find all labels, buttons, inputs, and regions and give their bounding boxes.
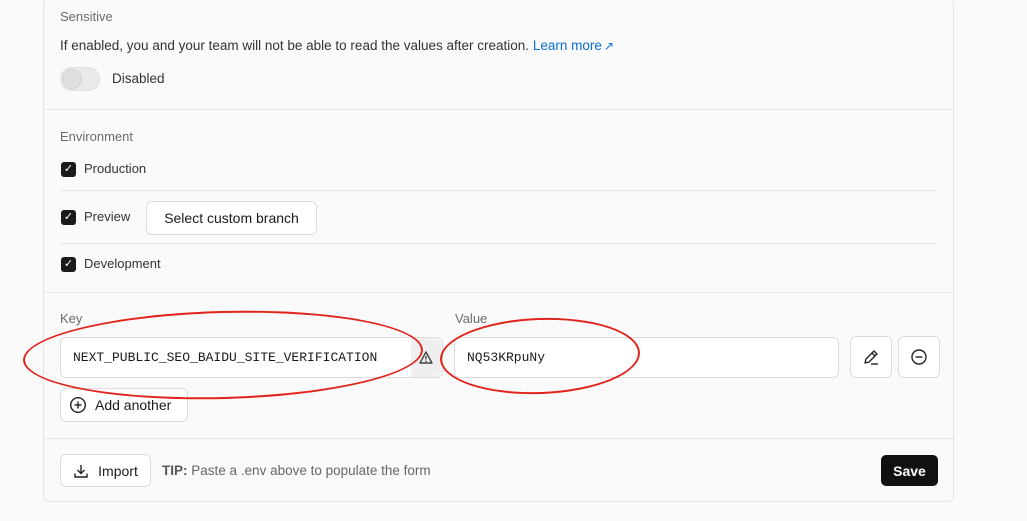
sensitive-description: If enabled, you and your team will not b… [60, 38, 614, 53]
select-custom-branch-button[interactable]: Select custom branch [146, 201, 317, 235]
sensitive-description-text: If enabled, you and your team will not b… [60, 38, 530, 53]
toggle-knob [62, 69, 82, 89]
env-divider [60, 243, 937, 244]
import-label: Import [98, 462, 138, 479]
tip-prefix: TIP: [162, 463, 188, 478]
edit-button[interactable] [850, 336, 892, 378]
production-checkbox[interactable]: ✓ [61, 162, 76, 177]
sensitive-title: Sensitive [60, 9, 113, 24]
value-label: Value [455, 311, 488, 326]
download-icon [74, 464, 88, 478]
preview-checkbox[interactable]: ✓ [61, 210, 76, 225]
minus-circle-icon [911, 349, 927, 365]
env-divider [60, 190, 937, 191]
env-var-form-panel: Sensitive If enabled, you and your team … [43, 0, 954, 502]
tip-text: TIP: Paste a .env above to populate the … [162, 463, 431, 478]
section-divider [44, 292, 953, 293]
development-checkbox[interactable]: ✓ [61, 257, 76, 272]
add-another-label: Add another [95, 397, 172, 413]
section-divider [44, 109, 953, 110]
environment-title: Environment [60, 129, 133, 144]
sensitive-toggle[interactable] [60, 67, 100, 91]
import-button[interactable]: Import [60, 454, 151, 487]
key-label: Key [60, 311, 83, 326]
section-divider [44, 438, 953, 439]
external-link-icon: ↗ [603, 39, 614, 53]
sensitive-toggle-label: Disabled [112, 71, 165, 86]
development-label: Development [84, 256, 161, 271]
plus-circle-icon [69, 396, 87, 414]
production-label: Production [84, 161, 147, 176]
preview-label: Preview [84, 209, 131, 224]
tip-body: Paste a .env above to populate the form [191, 463, 431, 478]
remove-button[interactable] [898, 336, 940, 378]
save-button[interactable]: Save [881, 455, 938, 486]
pencil-icon [864, 350, 878, 365]
learn-more-link[interactable]: Learn more ↗ [533, 38, 614, 53]
